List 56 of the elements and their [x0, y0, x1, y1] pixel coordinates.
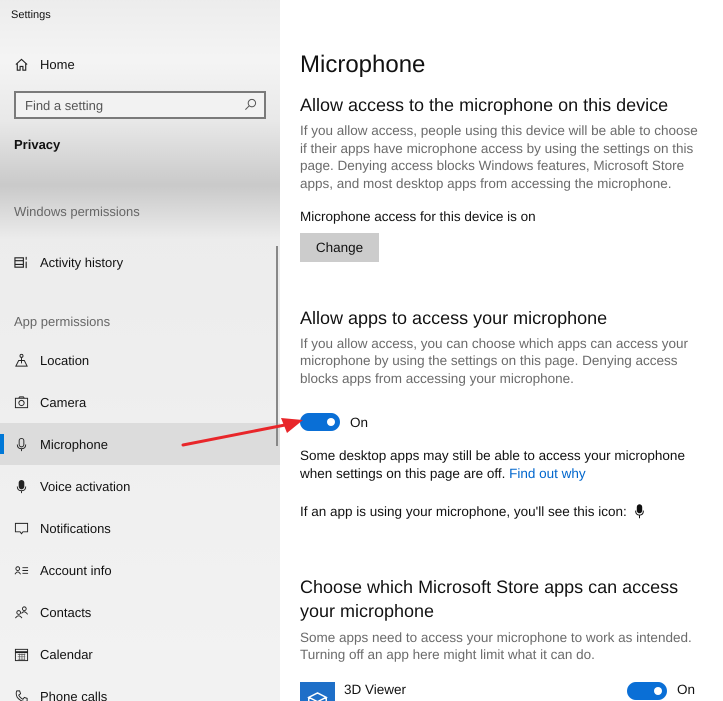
- icon-note-text: If an app is using your microphone, you'll see this icon:: [300, 503, 627, 520]
- nav-item[interactable]: Phone calls: [0, 675, 280, 701]
- home-nav-item[interactable]: Home: [0, 43, 280, 85]
- nav-label: Notifications: [40, 520, 111, 536]
- toggle-switch[interactable]: [626, 682, 667, 700]
- nav-label: Home: [40, 56, 75, 72]
- window-title: Settings: [10, 8, 52, 23]
- phone-icon: [14, 688, 29, 701]
- nav-item[interactable]: Microphone: [0, 423, 280, 465]
- page-title: Microphone: [300, 51, 426, 79]
- section-heading: Allow access to the microphone on this device: [300, 95, 670, 116]
- people-icon: [14, 604, 29, 620]
- nav-label: Activity history: [40, 254, 124, 270]
- nav-item[interactable]: Camera: [0, 381, 280, 423]
- toggle-switch[interactable]: [300, 413, 340, 431]
- find-out-why-link[interactable]: Find out why: [509, 466, 586, 480]
- nav-label: Location: [40, 352, 90, 368]
- nav-item[interactable]: Location: [0, 339, 280, 381]
- location-icon: [14, 352, 29, 368]
- section-heading: App permissions: [13, 313, 112, 331]
- calendar-icon: [14, 646, 29, 662]
- nav-label: Account info: [40, 562, 112, 578]
- category-title: Privacy: [13, 136, 62, 154]
- app-name: 3D Viewer: [344, 682, 408, 696]
- microphone-icon: [14, 478, 29, 494]
- nav-label: Calendar: [40, 646, 93, 662]
- nav-item[interactable]: Voice activation: [0, 465, 280, 507]
- section-description: If you allow access, you can choose which apps can access your microphone by using the settings on this page. Denying access blocks apps from accessing your microphone.: [300, 334, 689, 387]
- nav-item[interactable]: Calendar: [0, 633, 280, 675]
- section-heading: Allow apps to access your microphone: [300, 308, 608, 328]
- nav-label: Voice activation: [40, 478, 130, 494]
- change-button[interactable]: Change: [300, 232, 379, 262]
- note-text: Some desktop apps may still be able to access your microphone when settings on this page are off. Find out why: [300, 447, 686, 482]
- section-description: If you allow access, people using this device will be able to choose if their apps have microphone access by using the settings on this page. Denying access blocks Windows features, Microsoft Store apps, and most desktop apps from accessing the microphone.: [300, 122, 699, 192]
- section-heading: Choose which Microsoft Store apps can access your microphone: [300, 576, 680, 622]
- home-icon: [14, 56, 29, 72]
- microphone-icon: [634, 504, 644, 520]
- camera-icon: [14, 394, 29, 410]
- section-description: Some apps need to access your microphone to work as intended. Turning off an app here might limit what it can do.: [300, 628, 693, 664]
- nav-label: Microphone: [40, 436, 108, 452]
- toggle-label: On: [350, 414, 368, 430]
- speech-bubble-icon: [14, 520, 29, 536]
- nav-label: Camera: [40, 394, 86, 410]
- status-text: Microphone access for this device is on: [300, 208, 537, 226]
- nav-label: Contacts: [40, 604, 92, 620]
- search-field[interactable]: Find a setting: [14, 91, 266, 119]
- search-icon: [244, 98, 257, 111]
- nav-item[interactable]: Notifications: [0, 507, 280, 549]
- timeline-icon: [14, 254, 29, 270]
- section-heading: Windows permissions: [13, 203, 141, 221]
- toggle-label: On: [676, 682, 695, 696]
- microphone-icon: [14, 436, 29, 452]
- nav-item[interactable]: Account info: [0, 549, 280, 591]
- nav-item[interactable]: Activity history: [0, 241, 280, 283]
- nav-label: Phone calls: [40, 688, 108, 701]
- nav-item[interactable]: Contacts: [0, 591, 280, 633]
